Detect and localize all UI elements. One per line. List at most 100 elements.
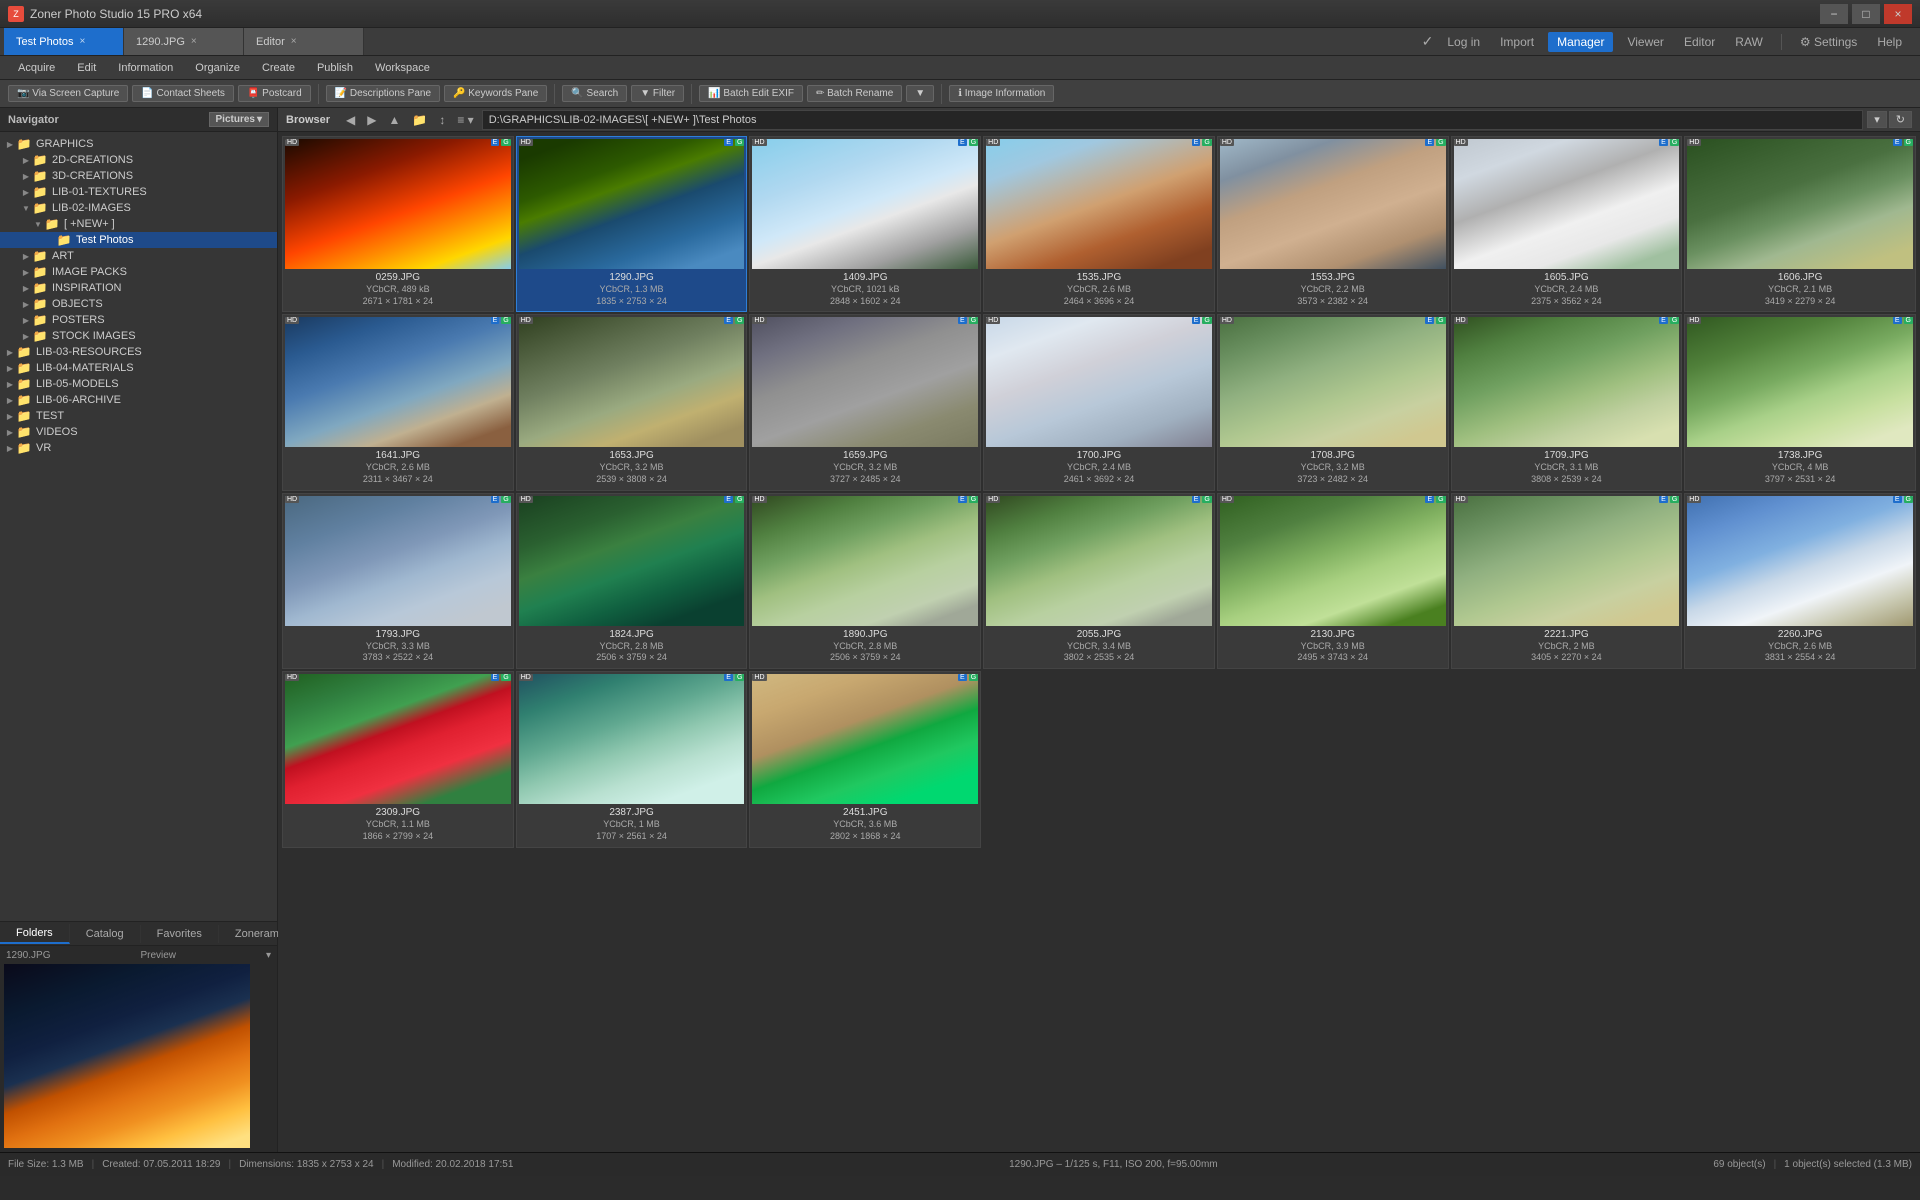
thumbnail-item[interactable]: HDEG0259.JPGYCbCR, 489 kB2671 × 1781 × 2… (282, 136, 514, 312)
thumbnail-item[interactable]: HDEG1606.JPGYCbCR, 2.1 MB3419 × 2279 × 2… (1684, 136, 1916, 312)
thumb-badges-left: HD (1454, 317, 1468, 324)
tree-item-new[interactable]: ▼ 📁 [ +NEW+ ] (0, 216, 277, 232)
tab-catalog[interactable]: Catalog (70, 925, 141, 943)
thumbnail-item[interactable]: HDEG1553.JPGYCbCR, 2.2 MB3573 × 2382 × 2… (1217, 136, 1449, 312)
thumbnail-item[interactable]: HDEG2260.JPGYCbCR, 2.6 MB3831 × 2554 × 2… (1684, 493, 1916, 669)
thumbnail-item[interactable]: HDEG1708.JPGYCbCR, 3.2 MB3723 × 2482 × 2… (1217, 314, 1449, 490)
back-button[interactable]: ◀ (342, 112, 359, 128)
tab-close-icon[interactable]: × (291, 36, 297, 47)
thumbnail-item[interactable]: HDEG1824.JPGYCbCR, 2.8 MB2506 × 3759 × 2… (516, 493, 748, 669)
thumbnail-item[interactable]: HDEG1738.JPGYCbCR, 4 MB3797 × 2531 × 24 (1684, 314, 1916, 490)
new-folder-button[interactable]: 📁 (408, 112, 431, 128)
tab-test-photos[interactable]: Test Photos × (4, 28, 124, 55)
thumb-badge: HD (1220, 317, 1234, 324)
tree-item-textures[interactable]: ▶ 📁 LIB-01-TEXTURES (0, 184, 277, 200)
tree-item-lib06[interactable]: ▶ 📁 LIB-06-ARCHIVE (0, 392, 277, 408)
path-bar[interactable] (482, 110, 1864, 130)
filter-button[interactable]: ▼ Filter (631, 85, 684, 102)
folder-tree[interactable]: ▶ 📁 GRAPHICS ▶ 📁 2D-CREATIONS ▶ 📁 3D-CRE… (0, 132, 277, 921)
tree-item-lib02[interactable]: ▼ 📁 LIB-02-IMAGES (0, 200, 277, 216)
thumbnail-item[interactable]: HDEG1890.JPGYCbCR, 2.8 MB2506 × 3759 × 2… (749, 493, 981, 669)
batch-dropdown-button[interactable]: ▼ (906, 85, 934, 102)
thumbnail-grid[interactable]: HDEG0259.JPGYCbCR, 489 kB2671 × 1781 × 2… (278, 132, 1920, 1152)
thumbnail-item[interactable]: HDEG2130.JPGYCbCR, 3.9 MB2495 × 3743 × 2… (1217, 493, 1449, 669)
thumbnail-item[interactable]: HDEG1605.JPGYCbCR, 2.4 MB2375 × 3562 × 2… (1451, 136, 1683, 312)
tree-item-lib03[interactable]: ▶ 📁 LIB-03-RESOURCES (0, 344, 277, 360)
batch-edit-exif-button[interactable]: 📊 Batch Edit EXIF (699, 85, 803, 102)
tab-close-icon[interactable]: × (79, 36, 85, 47)
help-button[interactable]: Help (1871, 33, 1908, 51)
tree-item-test[interactable]: ▶ 📁 TEST (0, 408, 277, 424)
thumbnail-item[interactable]: HDEG1409.JPGYCbCR, 1021 kB2848 × 1602 × … (749, 136, 981, 312)
tree-item-stock-images[interactable]: ▶ 📁 STOCK IMAGES (0, 328, 277, 344)
thumbnail-item[interactable]: HDEG2221.JPGYCbCR, 2 MB3405 × 2270 × 24 (1451, 493, 1683, 669)
menu-publish[interactable]: Publish (307, 60, 363, 76)
thumbnail-item[interactable]: HDEG1641.JPGYCbCR, 2.6 MB2311 × 3467 × 2… (282, 314, 514, 490)
tree-item-art[interactable]: ▶ 📁 ART (0, 248, 277, 264)
menu-create[interactable]: Create (252, 60, 305, 76)
screen-capture-button[interactable]: 📷 Via Screen Capture (8, 85, 128, 102)
thumbnail-item[interactable]: HDEG2309.JPGYCbCR, 1.1 MB1866 × 2799 × 2… (282, 671, 514, 847)
manager-button[interactable]: Manager (1548, 32, 1613, 52)
tab-editor[interactable]: Editor × (244, 28, 364, 55)
log-in-button[interactable]: Log in (1441, 33, 1486, 51)
batch-rename-button[interactable]: ✏ Batch Rename (807, 85, 902, 102)
search-button[interactable]: 🔍 Search (562, 85, 627, 102)
search-bar-toggle[interactable]: ▾ (1867, 111, 1887, 128)
descriptions-pane-button[interactable]: 📝 Descriptions Pane (326, 85, 440, 102)
thumbnail-item[interactable]: HDEG1290.JPGYCbCR, 1.3 MB1835 × 2753 × 2… (516, 136, 748, 312)
up-button[interactable]: ▲ (385, 112, 405, 128)
editor-button[interactable]: Editor (1678, 33, 1721, 51)
thumbnail-item[interactable]: HDEG2055.JPGYCbCR, 3.4 MB3802 × 2535 × 2… (983, 493, 1215, 669)
tab-close-icon[interactable]: × (191, 36, 197, 47)
menu-edit[interactable]: Edit (67, 60, 106, 76)
import-button[interactable]: Import (1494, 33, 1540, 51)
view-options-button[interactable]: ≡ ▾ (453, 112, 477, 128)
refresh-button[interactable]: ↻ (1889, 111, 1912, 128)
tree-item-vr[interactable]: ▶ 📁 VR (0, 440, 277, 456)
tab-favorites[interactable]: Favorites (141, 925, 219, 943)
menu-organize[interactable]: Organize (185, 60, 250, 76)
tree-toggle: ▶ (4, 380, 16, 389)
menu-workspace[interactable]: Workspace (365, 60, 440, 76)
close-button[interactable]: × (1884, 4, 1912, 24)
thumb-badge: HD (986, 139, 1000, 146)
settings-button[interactable]: ⚙ Settings (1794, 33, 1863, 51)
tree-item-test-photos[interactable]: 📁 Test Photos (0, 232, 277, 248)
thumbnail-item[interactable]: HDEG1653.JPGYCbCR, 3.2 MB2539 × 3808 × 2… (516, 314, 748, 490)
tree-item-2d[interactable]: ▶ 📁 2D-CREATIONS (0, 152, 277, 168)
tree-item-posters[interactable]: ▶ 📁 POSTERS (0, 312, 277, 328)
thumbnail-item[interactable]: HDEG1535.JPGYCbCR, 2.6 MB2464 × 3696 × 2… (983, 136, 1215, 312)
postcard-button[interactable]: 📮 Postcard (238, 85, 311, 102)
tree-item-image-packs[interactable]: ▶ 📁 IMAGE PACKS (0, 264, 277, 280)
viewer-button[interactable]: Viewer (1621, 33, 1669, 51)
forward-button[interactable]: ▶ (363, 112, 380, 128)
pictures-selector[interactable]: Pictures ▾ (209, 112, 270, 127)
tab-folders[interactable]: Folders (0, 924, 70, 944)
contact-sheets-button[interactable]: 📄 Contact Sheets (132, 85, 234, 102)
tree-item-lib05[interactable]: ▶ 📁 LIB-05-MODELS (0, 376, 277, 392)
thumbnail-item[interactable]: HDEG2451.JPGYCbCR, 3.6 MB2802 × 1868 × 2… (749, 671, 981, 847)
thumbnail-item[interactable]: HDEG1793.JPGYCbCR, 3.3 MB3783 × 2522 × 2… (282, 493, 514, 669)
keywords-pane-button[interactable]: 🔑 Keywords Pane (444, 85, 547, 102)
menu-information[interactable]: Information (108, 60, 183, 76)
thumb-colorspace: YCbCR, 3.9 MB (1297, 641, 1368, 653)
tree-item-videos[interactable]: ▶ 📁 VIDEOS (0, 424, 277, 440)
sort-button[interactable]: ↕ (435, 112, 449, 128)
tree-item-graphics[interactable]: ▶ 📁 GRAPHICS (0, 136, 277, 152)
thumb-filename: 1824.JPG (596, 628, 667, 641)
menu-acquire[interactable]: Acquire (8, 60, 65, 76)
tree-item-objects[interactable]: ▶ 📁 OBJECTS (0, 296, 277, 312)
thumbnail-item[interactable]: HDEG2387.JPGYCbCR, 1 MB1707 × 2561 × 24 (516, 671, 748, 847)
tab-1290[interactable]: 1290.JPG × (124, 28, 244, 55)
thumbnail-item[interactable]: HDEG1700.JPGYCbCR, 2.4 MB2461 × 3692 × 2… (983, 314, 1215, 490)
tree-item-inspiration[interactable]: ▶ 📁 INSPIRATION (0, 280, 277, 296)
thumbnail-item[interactable]: HDEG1709.JPGYCbCR, 3.1 MB3808 × 2539 × 2… (1451, 314, 1683, 490)
thumbnail-item[interactable]: HDEG1659.JPGYCbCR, 3.2 MB3727 × 2485 × 2… (749, 314, 981, 490)
raw-button[interactable]: RAW (1729, 33, 1769, 51)
maximize-button[interactable]: □ (1852, 4, 1880, 24)
tree-item-3d[interactable]: ▶ 📁 3D-CREATIONS (0, 168, 277, 184)
image-information-button[interactable]: ℹ Image Information (949, 85, 1054, 102)
tree-item-lib04[interactable]: ▶ 📁 LIB-04-MATERIALS (0, 360, 277, 376)
minimize-button[interactable]: − (1820, 4, 1848, 24)
